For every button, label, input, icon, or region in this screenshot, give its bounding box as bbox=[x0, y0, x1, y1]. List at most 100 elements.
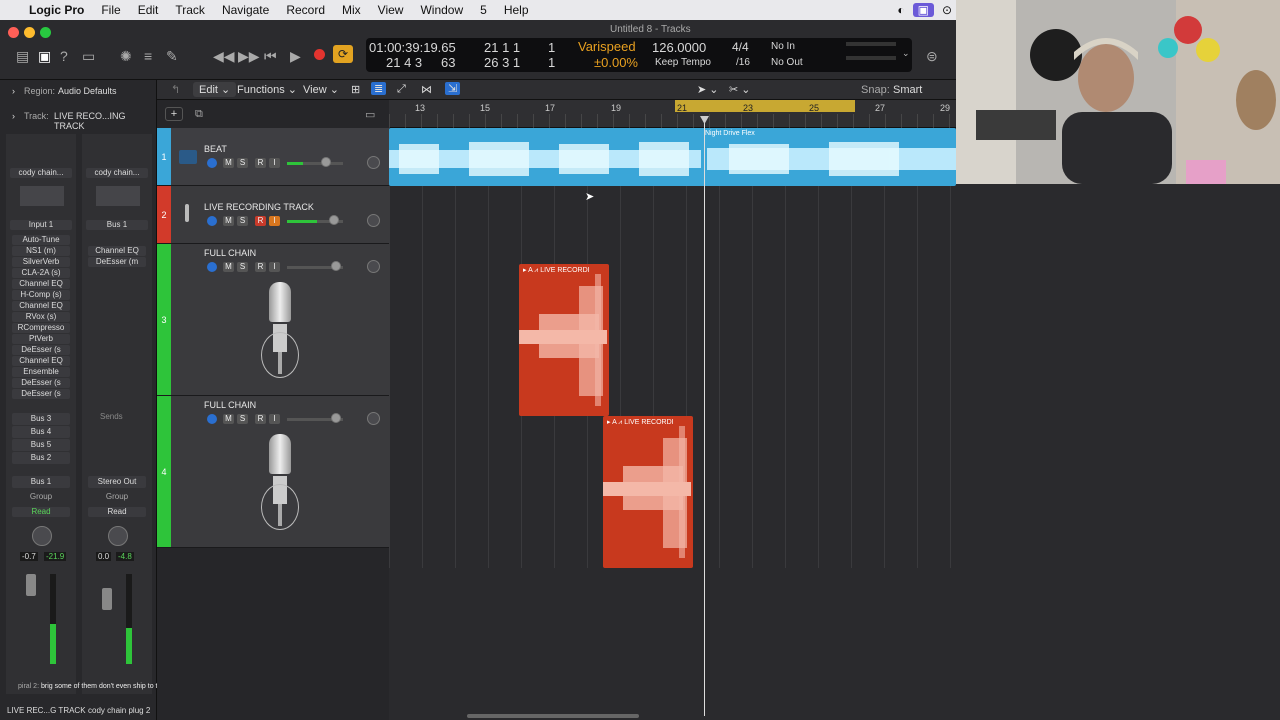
solo-button[interactable]: S bbox=[237, 158, 248, 168]
plugin-slot[interactable]: Ensemble bbox=[12, 367, 70, 377]
quick-help-icon[interactable]: ? bbox=[60, 48, 68, 64]
plugin-slot[interactable]: DeEsser (s bbox=[12, 378, 70, 388]
mute-button[interactable]: M bbox=[223, 414, 234, 424]
send-slot[interactable]: Bus 5 bbox=[12, 439, 70, 451]
plugin-slot[interactable]: DeEsser (s bbox=[12, 389, 70, 399]
pan-knob[interactable] bbox=[367, 260, 380, 273]
record-status-icon[interactable]: ⊙ bbox=[942, 3, 952, 17]
menu-view[interactable]: View bbox=[378, 3, 404, 17]
send-slot[interactable]: Bus 2 bbox=[12, 452, 70, 464]
plugin-slot[interactable]: PtVerb bbox=[12, 334, 70, 344]
catch-icon[interactable]: ⇲ bbox=[445, 82, 461, 95]
pan-knob[interactable] bbox=[367, 412, 380, 425]
plugin-slot[interactable]: Channel EQ bbox=[88, 246, 146, 256]
track-header[interactable]: 2 LIVE RECORDING TRACK M S R I bbox=[157, 186, 389, 244]
plugin-slot[interactable]: Channel EQ bbox=[12, 356, 70, 366]
pointer-tool-icon[interactable]: ➤ ⌄ bbox=[697, 83, 719, 96]
output-slot[interactable]: Stereo Out bbox=[88, 476, 146, 488]
minimize-window-button[interactable] bbox=[24, 27, 35, 38]
horizontal-scrollbar[interactable] bbox=[467, 714, 639, 718]
track-value[interactable]: LIVE RECO...ING TRACK bbox=[54, 111, 156, 131]
scissors-tool-icon[interactable]: ✂ ⌄ bbox=[729, 83, 751, 96]
audio-region[interactable]: ▸ A ⩘ LIVE RECORDI bbox=[603, 416, 693, 568]
plugin-slot[interactable]: SilverVerb bbox=[12, 257, 70, 267]
mute-button[interactable]: M bbox=[223, 262, 234, 272]
toolbar-icon[interactable]: ▭ bbox=[82, 48, 95, 65]
screen-share-icon[interactable]: ▣ bbox=[912, 3, 934, 17]
back-arrow-icon[interactable]: ↰ bbox=[171, 83, 180, 96]
pan-knob[interactable] bbox=[32, 526, 52, 546]
power-button[interactable] bbox=[207, 262, 217, 272]
flex-icon[interactable]: ⋈ bbox=[421, 83, 432, 96]
menu-track[interactable]: Track bbox=[175, 3, 205, 17]
plugin-slot[interactable]: RCompresso bbox=[12, 323, 70, 333]
duplicate-track-icon[interactable]: ⧉ bbox=[195, 108, 203, 121]
track-name[interactable]: FULL CHAIN bbox=[204, 248, 256, 258]
group-slot[interactable]: Group bbox=[12, 492, 70, 502]
left-strip-name[interactable]: LIVE REC...G TRACK bbox=[7, 706, 86, 715]
setting-button[interactable]: cody chain... bbox=[10, 168, 72, 178]
smart-controls-icon[interactable]: ✺ bbox=[120, 48, 132, 65]
status-icon[interactable]: ◐ bbox=[897, 3, 904, 17]
eq-thumbnail[interactable] bbox=[96, 186, 140, 206]
arrange-area[interactable]: 13 15 17 19 21 23 25 27 29 Night Drive F… bbox=[389, 100, 956, 720]
track-volume-fader[interactable] bbox=[287, 162, 343, 165]
output-slot[interactable]: Bus 1 bbox=[12, 476, 70, 488]
menu-window[interactable]: Window bbox=[420, 3, 463, 17]
input-slot[interactable]: Input 1 bbox=[10, 220, 72, 230]
solo-button[interactable]: S bbox=[237, 262, 248, 272]
region-value[interactable]: Audio Defaults bbox=[58, 86, 117, 96]
input-monitor-button[interactable]: I bbox=[269, 158, 280, 168]
track-header[interactable]: 3 FULL CHAIN M S R I bbox=[157, 244, 389, 396]
pan-knob[interactable] bbox=[108, 526, 128, 546]
fader-handle[interactable] bbox=[331, 261, 341, 271]
menu-record[interactable]: Record bbox=[286, 3, 325, 17]
play-icon[interactable]: ▶ bbox=[290, 48, 301, 65]
plugin-slot[interactable]: NS1 (m) bbox=[12, 246, 70, 256]
library-icon[interactable]: ▤ bbox=[16, 48, 29, 65]
power-button[interactable] bbox=[207, 216, 217, 226]
mute-button[interactable]: M bbox=[223, 216, 234, 226]
audio-region[interactable]: Night Drive Flex bbox=[389, 128, 956, 186]
lcd-display[interactable]: 01:00:39:19.65 21 1 1 1 21 4 3 63 26 3 1… bbox=[366, 38, 912, 72]
right-strip-name[interactable]: cody chain plug 2 bbox=[88, 706, 150, 715]
zoom-window-button[interactable] bbox=[40, 27, 51, 38]
automation-mode[interactable]: Read bbox=[88, 507, 146, 517]
record-button[interactable] bbox=[314, 49, 325, 60]
region-disclosure-icon[interactable]: › bbox=[12, 86, 15, 96]
plugin-slot[interactable]: Channel EQ bbox=[12, 279, 70, 289]
record-enable-button[interactable]: R bbox=[255, 414, 266, 424]
snap-value[interactable]: Smart bbox=[893, 84, 922, 96]
eq-thumbnail[interactable] bbox=[20, 186, 64, 206]
record-enable-button[interactable]: R bbox=[255, 216, 266, 226]
menu-mix[interactable]: Mix bbox=[342, 3, 361, 17]
fader-handle[interactable] bbox=[329, 215, 339, 225]
volume-fader[interactable] bbox=[102, 588, 112, 610]
track-name[interactable]: FULL CHAIN bbox=[204, 400, 256, 410]
menu-edit[interactable]: Edit bbox=[138, 3, 159, 17]
plugin-slot[interactable]: DeEsser (m bbox=[88, 257, 146, 267]
edit-menu[interactable]: Edit ⌄ bbox=[193, 82, 237, 97]
mixer-icon[interactable]: ≡ bbox=[144, 48, 152, 64]
send-slot[interactable]: Bus 4 bbox=[12, 426, 70, 438]
inspector-icon[interactable]: ▣ bbox=[38, 48, 51, 65]
view-menu[interactable]: View ⌄ bbox=[299, 82, 343, 97]
playhead[interactable] bbox=[704, 116, 705, 716]
input-monitor-button[interactable]: I bbox=[269, 262, 280, 272]
input-monitor-button[interactable]: I bbox=[269, 216, 280, 226]
menu-navigate[interactable]: Navigate bbox=[222, 3, 269, 17]
cycle-region[interactable] bbox=[675, 100, 855, 112]
track-name[interactable]: BEAT bbox=[204, 144, 227, 154]
plugin-slot[interactable]: CLA-2A (s) bbox=[12, 268, 70, 278]
input-slot[interactable]: Bus 1 bbox=[86, 220, 148, 230]
add-track-button[interactable]: + bbox=[165, 107, 183, 121]
menu-file[interactable]: File bbox=[101, 3, 120, 17]
plugin-slot[interactable]: Channel EQ bbox=[12, 301, 70, 311]
editors-icon[interactable]: ✎ bbox=[166, 48, 178, 65]
menu-app[interactable]: Logic Pro bbox=[29, 3, 84, 17]
close-window-button[interactable] bbox=[8, 27, 19, 38]
send-slot[interactable]: Bus 3 bbox=[12, 413, 70, 425]
pan-knob[interactable] bbox=[367, 156, 380, 169]
audio-region[interactable]: ▸ A ⩘ LIVE RECORDI bbox=[519, 264, 609, 416]
power-button[interactable] bbox=[207, 158, 217, 168]
